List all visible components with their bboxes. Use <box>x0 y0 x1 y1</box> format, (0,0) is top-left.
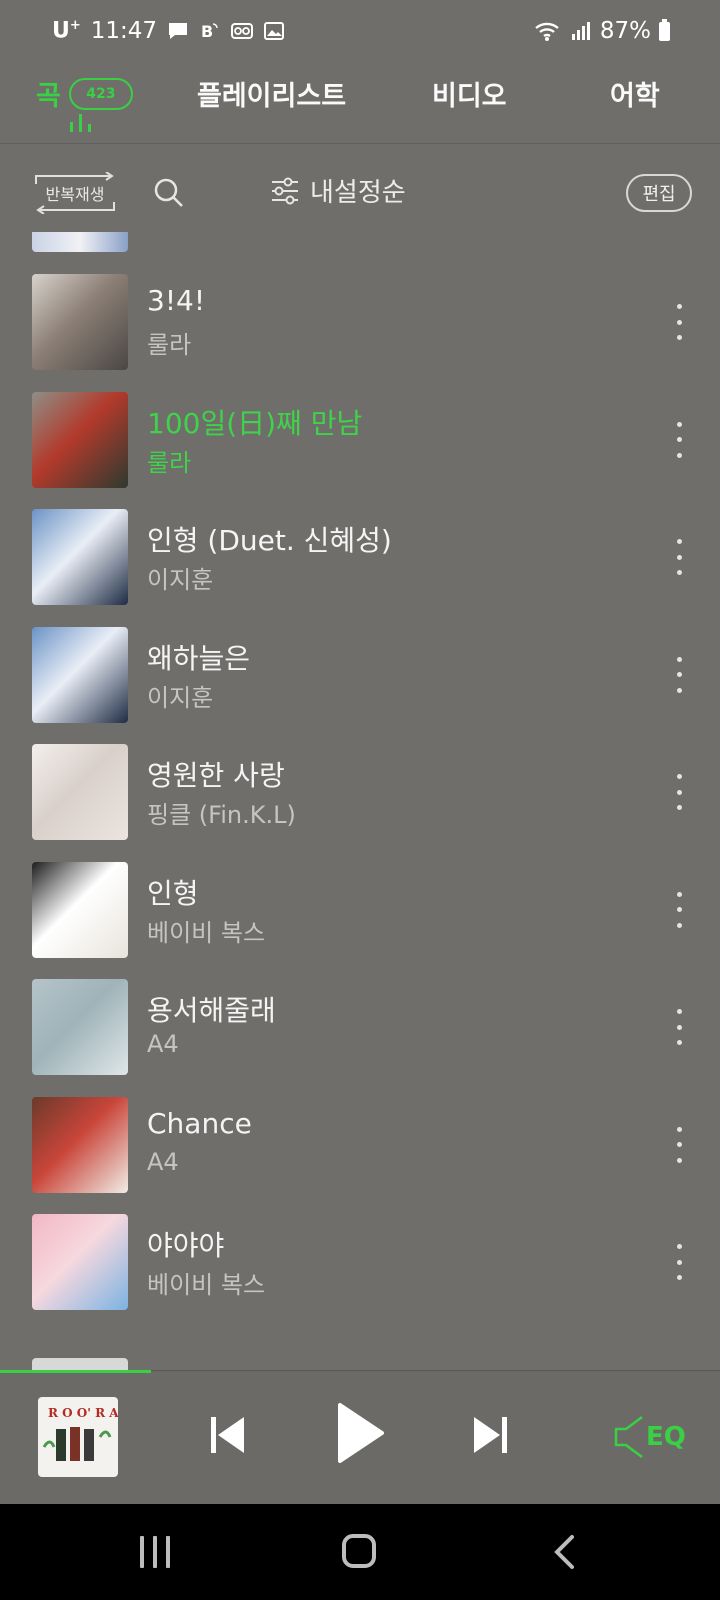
album-art <box>32 1214 128 1310</box>
song-title: 왜하늘은 <box>147 641 251 675</box>
song-title: 야야야 <box>147 1229 225 1262</box>
system-nav-bar <box>0 1504 720 1600</box>
song-row[interactable]: 영원한 사랑핑클 (Fin.K.L) <box>0 732 720 852</box>
recent-apps-icon[interactable] <box>140 1536 170 1568</box>
search-icon[interactable] <box>152 176 186 210</box>
voicemail-icon <box>231 23 254 39</box>
song-row[interactable]: 인형 (Duet. 신혜성) 이지훈 <box>0 497 720 617</box>
song-row[interactable]: 3!4! 룰라 <box>0 262 720 382</box>
tab-songs[interactable]: 곡 423 <box>36 74 133 113</box>
back-icon[interactable] <box>552 1534 576 1570</box>
song-artist: 베이비 복스 <box>147 918 266 947</box>
battery-percent: 87% <box>599 18 651 44</box>
song-artist: A4 <box>147 1147 179 1176</box>
song-artist: A4 <box>147 1030 179 1058</box>
home-icon[interactable] <box>342 1534 376 1568</box>
status-right: 87% <box>534 18 670 44</box>
album-art <box>32 979 128 1075</box>
album-art <box>32 274 128 370</box>
song-row[interactable]: 야야야베이비 복스 <box>0 1202 720 1322</box>
song-title: 영원한 사랑 <box>147 759 285 792</box>
more-options-icon[interactable] <box>674 1009 684 1045</box>
svg-text:R O O' R A: R O O' R A <box>48 1406 118 1420</box>
tab-video[interactable]: 비디오 <box>432 74 507 113</box>
tab-language[interactable]: 어학 <box>610 74 660 113</box>
song-artist: 이지훈 <box>147 683 214 712</box>
list-toolbar: 반복재생 내설정순 편집 <box>0 164 720 220</box>
speaker-icon <box>614 1416 643 1458</box>
battery-icon <box>659 18 670 41</box>
playback-progress-bar[interactable] <box>0 1370 152 1373</box>
equalizer-icon <box>70 114 91 132</box>
mini-player: R O O' R A EQ <box>0 1370 720 1504</box>
song-title: 3!4! <box>147 284 206 317</box>
song-row[interactable]: 인형베이비 복스 <box>0 850 720 970</box>
wifi-icon <box>535 22 559 41</box>
eq-button[interactable]: EQ <box>614 1415 686 1459</box>
edit-button[interactable]: 편집 <box>626 174 692 212</box>
chat-icon <box>169 23 188 39</box>
status-left: U+ 11:47 B <box>52 18 285 44</box>
song-artist: 룰라 <box>147 448 192 477</box>
song-artist: 이지훈 <box>147 566 214 594</box>
status-bar: U+ 11:47 B 87% <box>0 0 720 62</box>
top-tabs: 곡 423 플레이리스트 비디오 어학 <box>0 62 720 144</box>
song-artist: 베이비 복스 <box>147 1271 266 1299</box>
sliders-icon <box>272 177 298 204</box>
song-title: 인형 <box>147 876 199 910</box>
more-options-icon[interactable] <box>674 539 684 575</box>
more-options-icon[interactable] <box>674 656 684 693</box>
song-title: 용서해줄래 <box>147 994 276 1027</box>
song-title: 100일(日)째 만남 <box>147 406 363 440</box>
album-art-partial <box>32 232 128 252</box>
carrier-label: U+ <box>52 18 81 44</box>
album-art <box>32 861 128 958</box>
next-track-icon[interactable] <box>470 1415 510 1455</box>
song-title: 인형 (Duet. 신혜성) <box>147 524 392 557</box>
song-title: Chance <box>147 1106 252 1140</box>
sort-label: 내설정순 <box>310 178 406 208</box>
now-playing-album-art[interactable]: R O O' R A <box>38 1397 118 1477</box>
bixby-icon: B <box>201 22 218 41</box>
album-art <box>32 1096 128 1193</box>
song-list[interactable]: 3!4! 룰라 100일(日)째 만남 룰라 인형 (Duet. 신혜성) 이지훈 왜하늘은… <box>0 232 720 1372</box>
tab-playlist[interactable]: 플레이리스트 <box>197 74 346 113</box>
song-row[interactable]: 용서해줄래 A4 <box>0 967 720 1087</box>
album-art <box>32 509 128 605</box>
more-options-icon[interactable] <box>674 304 684 340</box>
status-time: 11:47 <box>90 18 158 44</box>
more-options-icon[interactable] <box>674 891 684 928</box>
more-options-icon[interactable] <box>674 1244 684 1280</box>
more-options-icon[interactable] <box>674 421 684 458</box>
song-row[interactable]: 100일(日)째 만남룰라 <box>0 380 720 500</box>
repeat-label: 반복재생 <box>45 185 105 204</box>
signal-icon <box>571 22 590 40</box>
tab-songs-label: 곡 <box>36 81 61 112</box>
more-options-icon[interactable] <box>674 774 684 810</box>
album-art <box>32 391 128 488</box>
previous-track-icon[interactable] <box>208 1415 248 1455</box>
svg-text:B: B <box>201 22 213 41</box>
tab-songs-count: 423 <box>68 77 133 110</box>
song-row[interactable]: Chance A4 <box>0 1085 720 1205</box>
song-row[interactable]: 왜하늘은이지훈 <box>0 615 720 735</box>
image-icon <box>264 22 285 40</box>
album-art <box>32 626 128 723</box>
repeat-button[interactable]: 반복재생 <box>32 172 118 214</box>
play-icon[interactable] <box>336 1401 384 1465</box>
song-artist: 핑클 (Fin.K.L) <box>147 801 296 829</box>
sort-button[interactable]: 내설정순 <box>270 172 406 209</box>
more-options-icon[interactable] <box>674 1126 684 1163</box>
eq-label: EQ <box>646 1422 686 1452</box>
album-art <box>32 744 128 840</box>
song-artist: 룰라 <box>147 331 192 359</box>
